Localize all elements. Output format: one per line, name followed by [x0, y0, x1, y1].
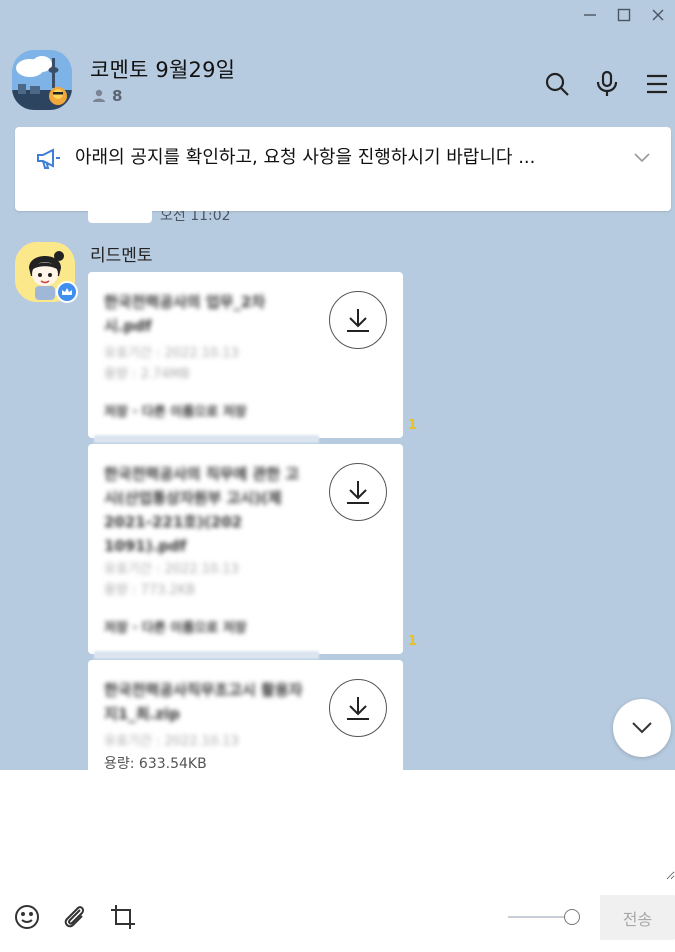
download-button[interactable]	[329, 463, 387, 521]
member-count[interactable]: 8	[92, 87, 122, 105]
chevron-down-icon[interactable]	[633, 149, 651, 168]
file-save-actions[interactable]: 저장 · 다른 이름으로 저장	[104, 401, 247, 420]
notice-text: 아래의 공지를 확인하고, 요청 사항을 진행하시기 바랍니다 ...	[75, 147, 536, 168]
room-title: 코멘토 9월29일	[90, 58, 236, 82]
file-message-card[interactable]: 한국전력공사의 업무_2차시.pdf 유효기간 : 2022.10.13 용량 …	[88, 272, 403, 438]
room-avatar[interactable]	[12, 50, 72, 110]
send-button[interactable]: 전송	[600, 895, 675, 940]
unread-count: 1	[408, 418, 418, 433]
message-input[interactable]	[0, 770, 675, 880]
unread-count: 1	[408, 634, 418, 649]
file-save-actions[interactable]: 저장 · 다른 이름으로 저장	[104, 617, 247, 636]
file-name: 한국전력공사의 업무_2차시.pdf	[104, 293, 266, 335]
scroll-to-bottom-button[interactable]	[613, 699, 671, 757]
previous-message-bubble[interactable]	[88, 211, 152, 223]
chat-area[interactable]: 오전 11:02 리드멘토 한국전력공사의 업무_2차시.pdf 유효기간 : …	[0, 211, 675, 770]
crop-icon[interactable]	[108, 902, 138, 932]
download-icon	[347, 697, 369, 720]
file-message-card[interactable]: 한국전력공사의 직무에 관한 고시(산업통상자원부 고시)(제2021-221호…	[88, 444, 403, 654]
file-size: 용량: 633.54KB	[104, 756, 207, 770]
menu-icon[interactable]	[639, 66, 675, 102]
chat-header: 코멘토 9월29일 8	[12, 48, 675, 110]
file-name: 한국전력공사의 직무에 관한 고시(산업통상자원부 고시)(제2021-221호…	[104, 465, 300, 555]
file-size: 용량 : 773.2KB	[104, 583, 196, 598]
sender-name: 리드멘토	[90, 246, 153, 266]
card-divider	[94, 651, 319, 659]
window-controls	[573, 0, 675, 30]
download-button[interactable]	[329, 679, 387, 737]
font-size-slider-track[interactable]	[508, 916, 566, 918]
notice-banner[interactable]: 아래의 공지를 확인하고, 요청 사항을 진행하시기 바랍니다 ...	[15, 127, 671, 211]
attach-icon[interactable]	[60, 902, 90, 932]
file-expiry: 유효기간 : 2022.10.13	[104, 562, 239, 577]
message-time: 오전 11:02	[160, 211, 231, 224]
message-composer: 전송	[0, 770, 675, 952]
file-size: 용량 : 2.74MB	[104, 367, 190, 382]
card-divider	[94, 435, 319, 443]
person-icon	[93, 89, 105, 102]
file-message-card[interactable]: 한국전력공사직무조고시 활용자지1_최.zip 유효기간 : 2022.10.1…	[88, 660, 403, 770]
chevron-down-icon	[632, 722, 652, 734]
search-icon[interactable]	[539, 66, 575, 102]
close-icon[interactable]	[641, 0, 675, 30]
member-count-value: 8	[112, 87, 123, 105]
emoji-icon[interactable]	[12, 902, 42, 932]
font-size-slider-thumb[interactable]	[564, 909, 580, 925]
file-name: 한국전력공사직무조고시 활용자지1_최.zip	[104, 681, 303, 723]
minimize-icon[interactable]	[573, 0, 607, 30]
megaphone-icon	[35, 147, 61, 175]
header-actions	[539, 66, 675, 102]
download-button[interactable]	[329, 291, 387, 349]
download-icon	[347, 309, 369, 332]
file-expiry: 유효기간 : 2022.10.13	[104, 734, 239, 749]
file-expiry: 유효기간 : 2022.10.13	[104, 346, 239, 361]
download-icon	[347, 481, 369, 504]
crown-icon	[56, 281, 78, 303]
maximize-icon[interactable]	[607, 0, 641, 30]
microphone-icon[interactable]	[589, 66, 625, 102]
